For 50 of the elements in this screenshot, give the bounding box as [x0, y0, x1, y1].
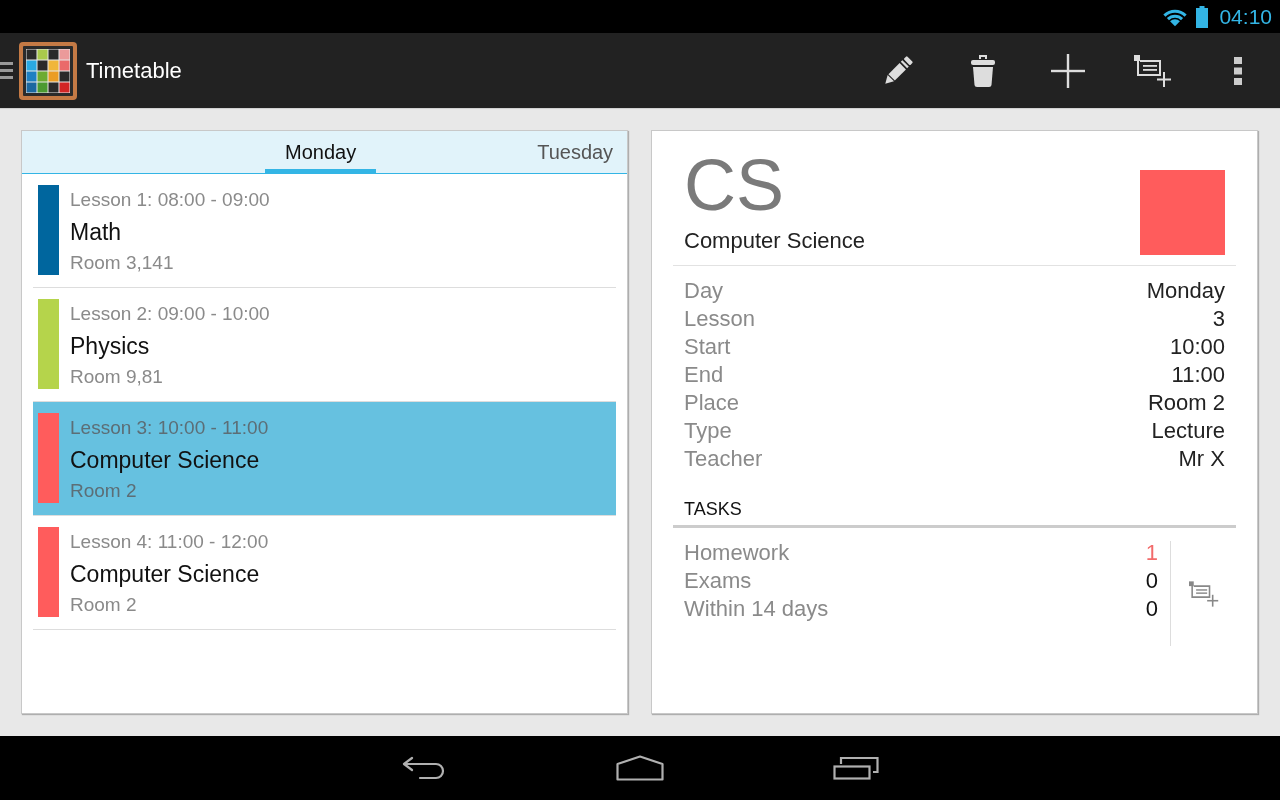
- add-task-icon: [1133, 54, 1172, 87]
- detail-label: End: [684, 361, 724, 389]
- tasks-heading: TASKS: [684, 499, 742, 519]
- lesson-room: Room 9,81: [70, 365, 164, 389]
- lesson-time: Lesson 4: 11:00 - 12:00: [70, 530, 269, 554]
- add-task-icon: [1188, 580, 1219, 607]
- color-grid-icon: [18, 40, 78, 101]
- detail-label: Lesson: [684, 305, 755, 333]
- trash-icon: [970, 54, 995, 87]
- lesson-time: Lesson 3: 10:00 - 11:00: [70, 416, 269, 440]
- detail-label: Teacher: [684, 445, 763, 473]
- task-count: 0: [1145, 595, 1158, 623]
- detail-value: 10:00: [1169, 333, 1225, 361]
- detail-value: Room 2: [1147, 389, 1225, 417]
- lesson-subject: Physics: [70, 332, 151, 361]
- lesson-subject: Computer Science: [70, 560, 261, 589]
- lesson-room: Room 2: [70, 593, 138, 617]
- detail-value: 3: [1212, 305, 1225, 333]
- home-icon: [616, 755, 664, 781]
- task-label: Within 14 days: [684, 595, 829, 623]
- plus-icon: [1050, 53, 1085, 88]
- lesson-time: Lesson 1: 08:00 - 09:00: [70, 188, 270, 212]
- lesson-room: Room 2: [70, 479, 138, 503]
- back-icon: [402, 756, 446, 780]
- task-count: 0: [1145, 567, 1158, 595]
- subject-abbreviation: CS: [684, 149, 786, 221]
- task-label: Exams: [684, 567, 752, 595]
- detail-value: Monday: [1146, 277, 1225, 305]
- recents-icon: [833, 756, 879, 780]
- detail-value: Mr X: [1178, 445, 1225, 473]
- detail-label: Start: [684, 333, 731, 361]
- detail-value: Lecture: [1151, 417, 1225, 445]
- task-count: 1: [1145, 539, 1158, 567]
- more-icon: [1233, 56, 1242, 85]
- lesson-time: Lesson 2: 09:00 - 10:00: [70, 302, 270, 326]
- menu-icon: [0, 62, 13, 79]
- lesson-subject: Math: [70, 218, 123, 247]
- battery-icon: [1196, 5, 1209, 28]
- lesson-room: Room 3,141: [70, 251, 175, 275]
- app-title: Timetable: [86, 56, 182, 85]
- clock-time: 04:10: [1219, 4, 1272, 29]
- subject-name: Computer Science: [684, 227, 865, 255]
- detail-value: 11:00: [1171, 361, 1225, 389]
- detail-label: Day: [684, 277, 724, 305]
- detail-label: Place: [684, 389, 740, 417]
- task-label: Homework: [684, 539, 790, 567]
- detail-label: Type: [684, 417, 732, 445]
- lesson-subject: Computer Science: [70, 446, 261, 475]
- day-tab[interactable]: Tuesday: [517, 131, 627, 173]
- lesson-item[interactable]: Lesson 3: 10:00 - 11:00 Computer Science Room 2: [33, 402, 616, 516]
